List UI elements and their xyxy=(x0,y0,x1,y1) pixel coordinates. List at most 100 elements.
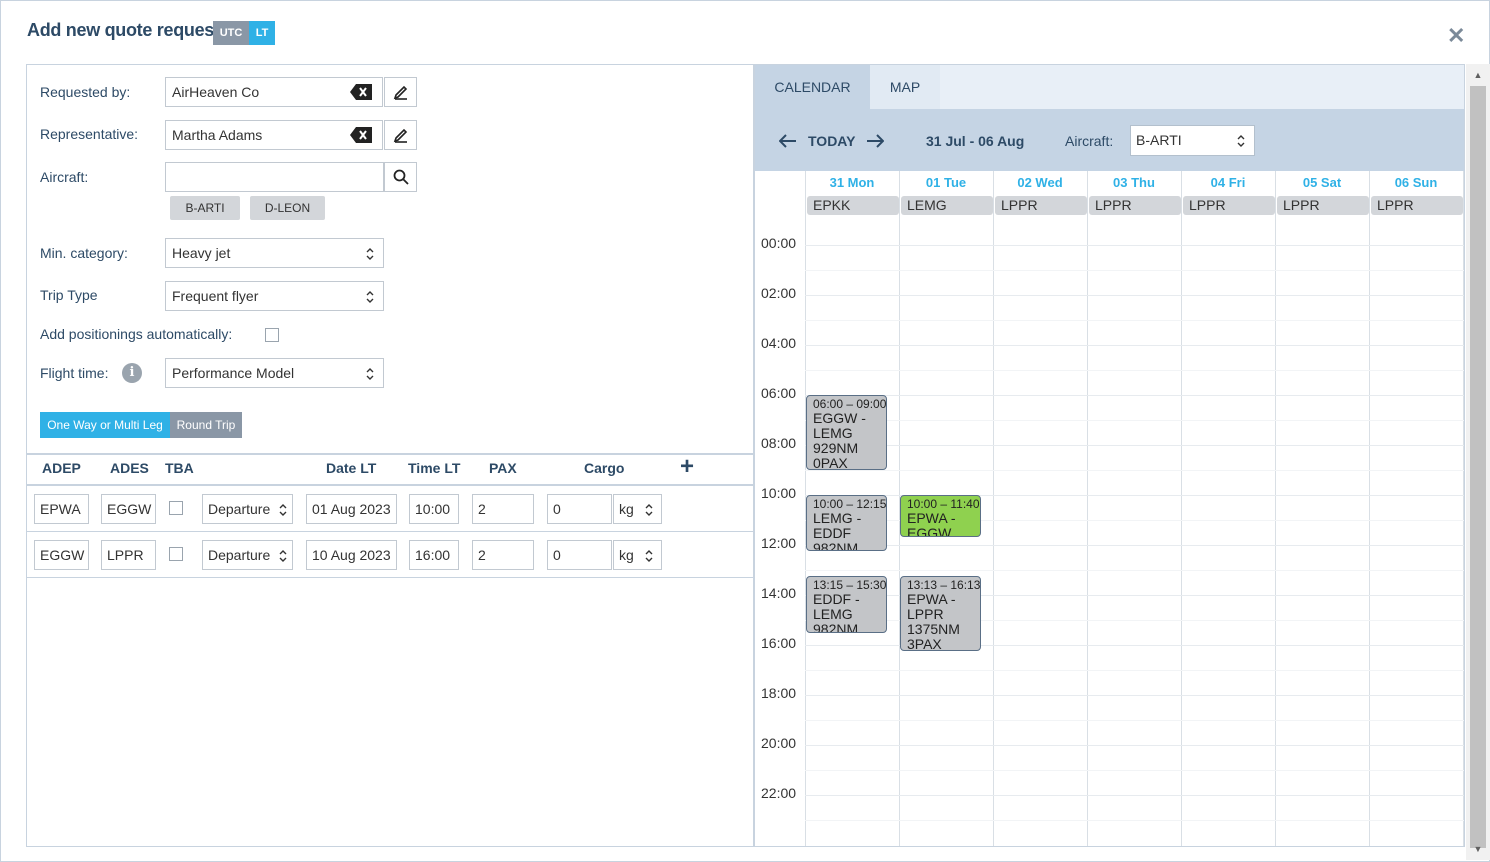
aircraft-suggestion-chip[interactable]: D-LEON xyxy=(250,196,325,220)
representative-field[interactable]: Martha Adams xyxy=(165,120,383,150)
half-gridline xyxy=(805,420,1464,421)
calendar-toolbar: TODAY 31 Jul - 06 Aug Aircraft: B-ARTI xyxy=(755,109,1464,171)
scroll-up-icon[interactable]: ▲ xyxy=(1466,70,1490,80)
time-header: Time LT xyxy=(408,460,461,476)
mode-select[interactable]: Departure xyxy=(202,540,293,570)
pax-input[interactable]: 2 xyxy=(472,494,534,524)
arrow-right-icon[interactable] xyxy=(866,134,884,148)
day-airport-badge: LPPR xyxy=(995,196,1087,215)
event-detail: EGGW - xyxy=(813,410,866,426)
round-trip-toggle[interactable]: Round Trip xyxy=(170,412,242,438)
hour-label: 10:00 xyxy=(761,485,797,501)
one-way-toggle[interactable]: One Way or Multi Leg xyxy=(40,412,170,438)
adep-input[interactable]: EPWA xyxy=(34,494,89,524)
calendar-event[interactable]: 10:00 – 11:40 EPWA - EGGW xyxy=(900,495,981,537)
aircraft-filter-label: Aircraft: xyxy=(1065,133,1114,149)
aircraft-search-button[interactable] xyxy=(384,162,417,192)
cargo-unit-select[interactable]: kg xyxy=(613,494,662,524)
close-icon[interactable]: ✕ xyxy=(1447,23,1465,49)
hour-gridline xyxy=(805,245,1464,246)
add-positionings-label: Add positionings automatically: xyxy=(40,326,233,342)
day-header[interactable]: 02 Wed xyxy=(993,175,1087,190)
select-arrows-icon xyxy=(279,504,287,516)
event-detail: 982NM xyxy=(813,540,859,552)
min-category-select[interactable]: Heavy jet xyxy=(165,238,384,268)
hour-label: 22:00 xyxy=(761,785,797,801)
date-input[interactable]: 01 Aug 2023 xyxy=(306,494,397,524)
cargo-unit-value: kg xyxy=(619,501,634,517)
calendar-event[interactable]: 13:13 – 16:13 EPWA - LPPR 1375NM 3PAX xyxy=(900,575,981,651)
aircraft-suggestion-chip[interactable]: B-ARTI xyxy=(170,196,240,220)
cargo-input[interactable]: 0 xyxy=(547,540,612,570)
edit-requested-by-button[interactable] xyxy=(384,77,417,107)
day-airport-badge: LPPR xyxy=(1277,196,1369,215)
info-icon[interactable]: i xyxy=(122,363,142,383)
event-detail: 929NM xyxy=(813,440,859,456)
hour-gridline xyxy=(805,545,1464,546)
day-header[interactable]: 06 Sun xyxy=(1369,175,1463,190)
aircraft-search-input[interactable] xyxy=(165,162,384,192)
day-header[interactable]: 03 Thu xyxy=(1087,175,1181,190)
pax-input[interactable]: 2 xyxy=(472,540,534,570)
event-detail: EPWA - xyxy=(907,590,956,607)
divider xyxy=(26,453,753,455)
adep-input[interactable]: EGGW xyxy=(34,540,89,570)
time-input[interactable]: 16:00 xyxy=(409,540,459,570)
calendar-event[interactable]: 10:00 – 12:15 LEMG - EDDF 982NM xyxy=(806,495,887,552)
clear-icon[interactable] xyxy=(350,84,372,100)
tba-checkbox[interactable] xyxy=(169,501,183,515)
half-gridline xyxy=(805,470,1464,471)
aircraft-filter-value: B-ARTI xyxy=(1136,132,1182,148)
half-gridline xyxy=(805,270,1464,271)
day-header[interactable]: 05 Sat xyxy=(1275,175,1369,190)
add-positionings-checkbox[interactable] xyxy=(265,328,279,342)
view-tabs: CALENDAR MAP xyxy=(755,65,1464,109)
cargo-input[interactable]: 0 xyxy=(547,494,612,524)
half-gridline xyxy=(805,770,1464,771)
cargo-unit-select[interactable]: kg xyxy=(613,540,662,570)
lt-toggle[interactable]: LT xyxy=(249,21,275,45)
scrollbar-thumb[interactable] xyxy=(1470,86,1486,848)
aircraft-filter-select[interactable]: B-ARTI xyxy=(1130,125,1255,156)
date-input[interactable]: 10 Aug 2023 xyxy=(306,540,397,570)
event-time: 13:13 – 16:13 xyxy=(907,577,981,592)
mode-select[interactable]: Departure xyxy=(202,494,293,524)
time-input[interactable]: 10:00 xyxy=(409,494,459,524)
half-gridline xyxy=(805,320,1464,321)
add-leg-icon[interactable]: + xyxy=(680,455,694,479)
tab-map[interactable]: MAP xyxy=(870,65,940,109)
event-detail: EDDF - xyxy=(813,591,860,608)
requested-by-field[interactable]: AirHeaven Co xyxy=(165,77,383,107)
tab-calendar[interactable]: CALENDAR xyxy=(755,65,870,109)
day-header[interactable]: 31 Mon xyxy=(805,175,899,190)
edit-representative-button[interactable] xyxy=(384,120,417,150)
clear-icon[interactable] xyxy=(350,127,372,143)
ades-input[interactable]: LPPR xyxy=(101,540,156,570)
event-detail: 982NM xyxy=(813,621,859,633)
tba-checkbox[interactable] xyxy=(169,547,183,561)
hour-label: 08:00 xyxy=(761,435,797,451)
select-arrows-icon xyxy=(366,291,374,303)
half-gridline xyxy=(805,670,1464,671)
pencil-icon xyxy=(393,85,407,100)
scroll-down-icon[interactable]: ▼ xyxy=(1466,844,1490,854)
half-gridline xyxy=(805,570,1464,571)
calendar-event[interactable]: 13:15 – 15:30 EDDF - LEMG 982NM xyxy=(806,576,887,633)
hour-label: 18:00 xyxy=(761,685,797,701)
date-header: Date LT xyxy=(326,460,377,476)
select-arrows-icon xyxy=(645,550,653,562)
today-button[interactable]: TODAY xyxy=(808,133,855,149)
scrollbar[interactable]: ▲ ▼ xyxy=(1466,64,1490,860)
calendar-event[interactable]: 06:00 – 09:00 EGGW - LEMG 929NM 0PAX xyxy=(806,395,887,470)
dialog-title: Add new quote request xyxy=(27,20,220,40)
arrow-left-icon[interactable] xyxy=(779,134,797,148)
select-arrows-icon xyxy=(366,368,374,380)
ades-input[interactable]: EGGW xyxy=(101,494,156,524)
trip-type-select[interactable]: Frequent flyer xyxy=(165,281,384,311)
min-category-value: Heavy jet xyxy=(172,245,231,261)
utc-toggle[interactable]: UTC xyxy=(213,21,249,45)
day-header[interactable]: 04 Fri xyxy=(1181,175,1275,190)
divider xyxy=(26,531,753,532)
day-header[interactable]: 01 Tue xyxy=(899,175,993,190)
flight-time-select[interactable]: Performance Model xyxy=(165,358,384,388)
